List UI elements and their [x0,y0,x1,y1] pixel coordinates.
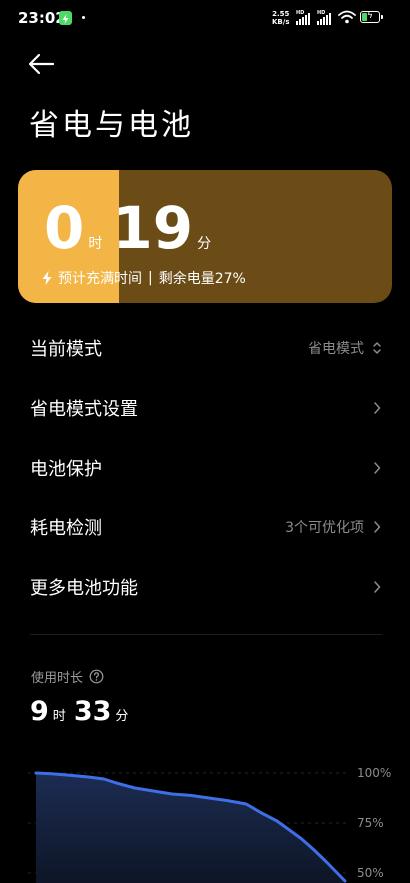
charging-indicator-icon [59,11,72,25]
power-saving-settings-label: 省电模式设置 [30,399,138,420]
battery-level-chart: 100% 75% 50% [28,766,391,883]
power-detection-value: 3个可优化项 [285,520,364,536]
hours-value: 0 [44,194,85,262]
info-separator: | [148,270,153,286]
network-speed: 2.55 KB/s [272,10,289,26]
page-title: 省电与电池 [29,108,194,143]
lightning-icon [42,271,52,285]
usage-duration-text: 使用时长 [31,671,84,686]
current-mode-label: 当前模式 [30,339,102,360]
status-bar: 23:02 2.55 KB/s HD HD ϟ [0,0,410,38]
menu-item-power-saving-settings[interactable]: 省电模式设置 [30,388,382,428]
battery-icon: ϟ [360,11,383,23]
y-tick-label: 50% [357,866,384,880]
charge-time-label: 预计充满时间 [58,271,142,287]
network-speed-value: 2.55 [272,10,290,18]
usage-hours-value: 9 [30,696,49,727]
battery-status-card[interactable]: 0 时 19 分 预计充满时间 | 剩余电量27% [18,170,392,303]
y-tick-label: 75% [357,816,384,830]
chevron-right-icon [374,402,381,414]
battery-protection-label: 电池保护 [30,459,102,480]
more-battery-features-label: 更多电池功能 [30,578,138,599]
power-detection-label: 耗电检测 [30,518,102,539]
help-icon[interactable] [89,669,104,684]
remaining-battery-label: 剩余电量27% [158,271,246,287]
menu-item-battery-protection[interactable]: 电池保护 [30,448,382,488]
chevron-right-icon [374,521,381,533]
usage-duration-value: 9 时 33 分 [30,696,136,727]
usage-minutes-unit: 分 [115,709,129,724]
minutes-value: 19 [112,194,194,262]
menu-item-more-battery-features[interactable]: 更多电池功能 [30,567,382,607]
back-button[interactable] [26,50,58,78]
notification-dot-icon [82,16,85,19]
charge-info: 预计充满时间 | 剩余电量27% [42,268,246,288]
menu-item-current-mode[interactable]: 当前模式 省电模式 [30,328,382,368]
minutes-unit: 分 [197,236,212,252]
usage-duration-label: 使用时长 [31,667,104,686]
current-mode-value: 省电模式 [308,341,364,357]
hours-unit: 时 [88,236,103,252]
chevron-up-down-icon [373,342,381,354]
chevron-right-icon [374,462,381,474]
time-to-full: 0 时 19 分 [44,196,221,260]
usage-minutes-value: 33 [73,696,112,727]
menu-item-power-detection[interactable]: 耗电检测 3个可优化项 [30,507,382,547]
chevron-right-icon [374,581,381,593]
network-speed-unit: KB/s [272,18,290,26]
usage-hours-unit: 时 [52,709,66,724]
arrow-left-icon [28,53,55,75]
wifi-icon [338,10,356,24]
battery-level-area [36,773,345,883]
y-tick-label: 100% [357,766,391,780]
section-divider [30,634,382,635]
